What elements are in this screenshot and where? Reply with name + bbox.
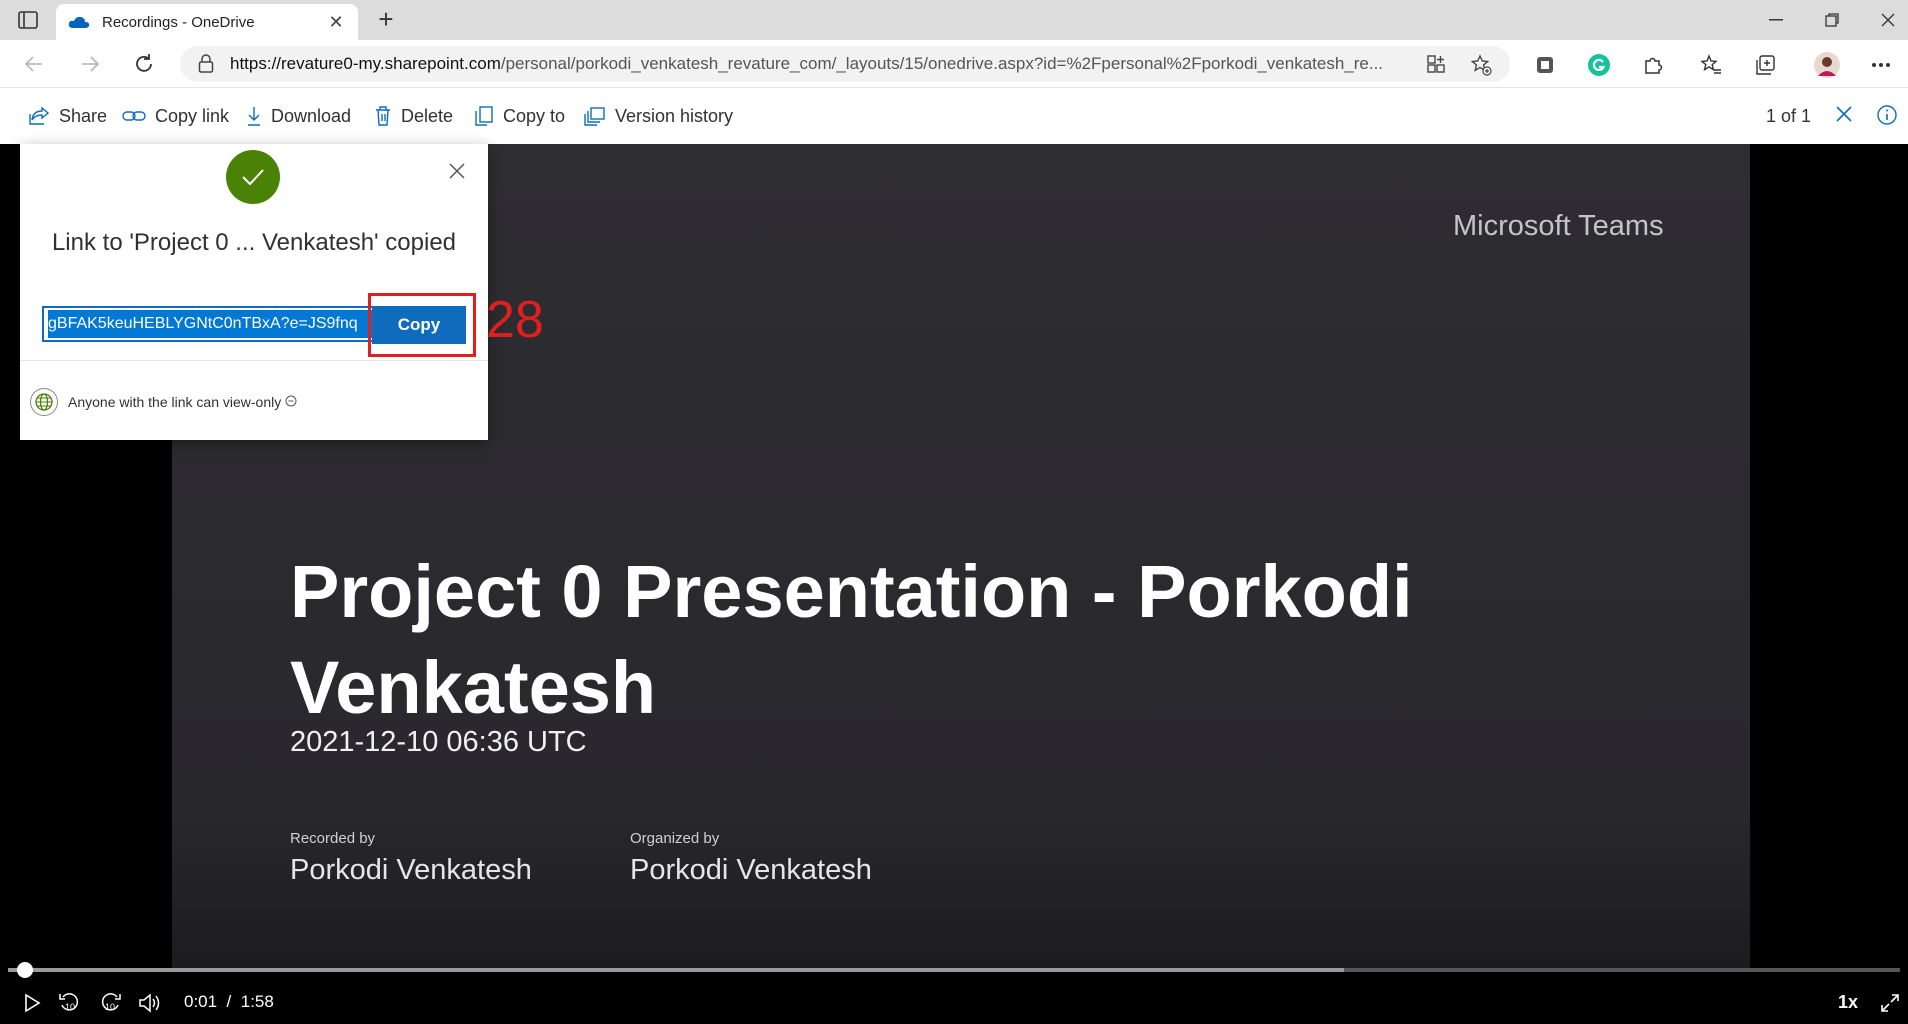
shared-link-field[interactable]: gBFAK5keuHEBLYGNtC0nTBxA?e=JS9fnq xyxy=(42,306,386,342)
recorded-by-name: Porkodi Venkatesh xyxy=(290,854,532,886)
copy-icon xyxy=(475,106,493,126)
lock-icon[interactable] xyxy=(198,54,216,74)
tab-title: Recordings - OneDrive xyxy=(102,13,255,31)
tab-actions-icon[interactable] xyxy=(16,8,44,32)
skip-back-seconds: 10 xyxy=(65,1002,75,1012)
app-available-icon[interactable] xyxy=(1426,54,1448,74)
link-permission-label: Anyone with the link can view-only xyxy=(68,394,282,410)
command-bar: Share Copy link Download Delete Copy to … xyxy=(0,88,1908,144)
volume-icon[interactable] xyxy=(136,990,164,1016)
back-arrow-icon[interactable] xyxy=(16,48,52,80)
globe-icon[interactable] xyxy=(30,388,58,416)
download-icon xyxy=(248,107,260,126)
time-display: 0:01 / 1:58 xyxy=(184,992,274,1012)
annotation-highlight-box xyxy=(368,293,476,357)
url-text: https://revature0-my.sharepoint.com/pers… xyxy=(230,54,1410,74)
fullscreen-icon[interactable] xyxy=(1876,990,1904,1016)
seek-handle[interactable] xyxy=(17,962,34,978)
organized-by-label: Organized by xyxy=(630,830,720,847)
annotation-step-number: 28 xyxy=(486,291,544,349)
grammarly-icon[interactable] xyxy=(1586,52,1612,78)
recorded-by-label: Recorded by xyxy=(290,830,376,847)
permission-edit-icon[interactable] xyxy=(285,395,297,407)
trash-icon xyxy=(376,106,390,126)
restore-icon[interactable] xyxy=(1804,0,1860,40)
recording-title: Project 0 Presentation - Porkodi Venkate… xyxy=(290,550,1413,729)
link-copied-message: Link to 'Project 0 ... Venkatesh' copied xyxy=(51,229,457,256)
browser-tabstrip: Recordings - OneDrive ✕ + xyxy=(0,0,1908,40)
success-check-icon xyxy=(226,150,280,204)
url-path: /personal/porkodi_venkatesh_revature_com… xyxy=(500,54,1384,73)
skip-forward-icon[interactable]: 10 xyxy=(96,990,124,1016)
minimize-icon[interactable] xyxy=(1748,0,1804,40)
forward-arrow-icon[interactable] xyxy=(72,48,108,80)
current-time: 0:01 xyxy=(184,992,218,1011)
skip-forward-seconds: 10 xyxy=(105,1002,115,1012)
download-label: Download xyxy=(271,105,352,126)
extensions-puzzle-icon[interactable] xyxy=(1640,52,1666,78)
favorites-icon[interactable] xyxy=(1698,52,1724,78)
version-history-icon xyxy=(584,107,605,126)
play-icon[interactable] xyxy=(18,990,46,1016)
url-field[interactable]: https://revature0-my.sharepoint.com/pers… xyxy=(180,46,1510,82)
skip-back-icon[interactable]: 10 xyxy=(56,990,84,1016)
buffered-range xyxy=(8,968,1344,972)
browser-tab[interactable]: Recordings - OneDrive ✕ xyxy=(56,4,358,40)
url-domain: https://revature0-my.sharepoint.com xyxy=(230,54,501,73)
add-favorite-icon[interactable] xyxy=(1470,54,1492,76)
time-separator: / xyxy=(226,992,232,1011)
version-history-label: Version history xyxy=(615,105,734,126)
version-history-button[interactable]: Version history xyxy=(584,88,733,144)
profile-avatar[interactable] xyxy=(1814,52,1840,78)
download-button[interactable]: Download xyxy=(246,88,351,144)
copy-to-button[interactable]: Copy to xyxy=(474,88,565,144)
share-button[interactable]: Share xyxy=(28,88,107,144)
link-copied-dialog: Link to 'Project 0 ... Venkatesh' copied… xyxy=(20,144,488,440)
organized-by-name: Porkodi Venkatesh xyxy=(630,854,872,886)
delete-label: Delete xyxy=(401,105,454,126)
copy-to-label: Copy to xyxy=(503,105,566,126)
seek-bar[interactable] xyxy=(8,968,1900,972)
teams-brand-label: Microsoft Teams xyxy=(1453,210,1664,242)
dialog-divider xyxy=(20,360,488,361)
address-bar: https://revature0-my.sharepoint.com/pers… xyxy=(0,40,1908,88)
shared-link-value: gBFAK5keuHEBLYGNtC0nTBxA?e=JS9fnq xyxy=(48,310,380,338)
link-permission-text[interactable]: Anyone with the link can view-only xyxy=(68,394,297,410)
share-label: Share xyxy=(59,105,108,126)
extension-office-icon[interactable] xyxy=(1532,52,1558,78)
collections-icon[interactable] xyxy=(1752,52,1778,78)
more-menu-icon[interactable] xyxy=(1868,52,1894,78)
link-icon xyxy=(122,111,146,121)
dialog-close-icon[interactable] xyxy=(448,162,468,182)
delete-button[interactable]: Delete xyxy=(374,88,453,144)
recording-date: 2021-12-10 06:36 UTC xyxy=(290,726,587,758)
new-tab-button[interactable]: + xyxy=(370,4,402,36)
close-viewer-icon[interactable] xyxy=(1834,104,1858,128)
share-icon xyxy=(29,106,50,125)
onedrive-cloud-icon xyxy=(68,15,90,29)
playback-speed-button[interactable]: 1x xyxy=(1838,992,1858,1013)
copy-link-button[interactable]: Copy link xyxy=(122,88,229,144)
info-icon[interactable] xyxy=(1876,104,1900,128)
copy-link-label: Copy link xyxy=(155,105,230,126)
tab-close-icon[interactable]: ✕ xyxy=(326,12,346,33)
refresh-icon[interactable] xyxy=(126,48,162,80)
window-close-icon[interactable] xyxy=(1860,0,1908,40)
duration: 1:58 xyxy=(240,992,274,1011)
page-counter: 1 of 1 xyxy=(1766,106,1812,126)
